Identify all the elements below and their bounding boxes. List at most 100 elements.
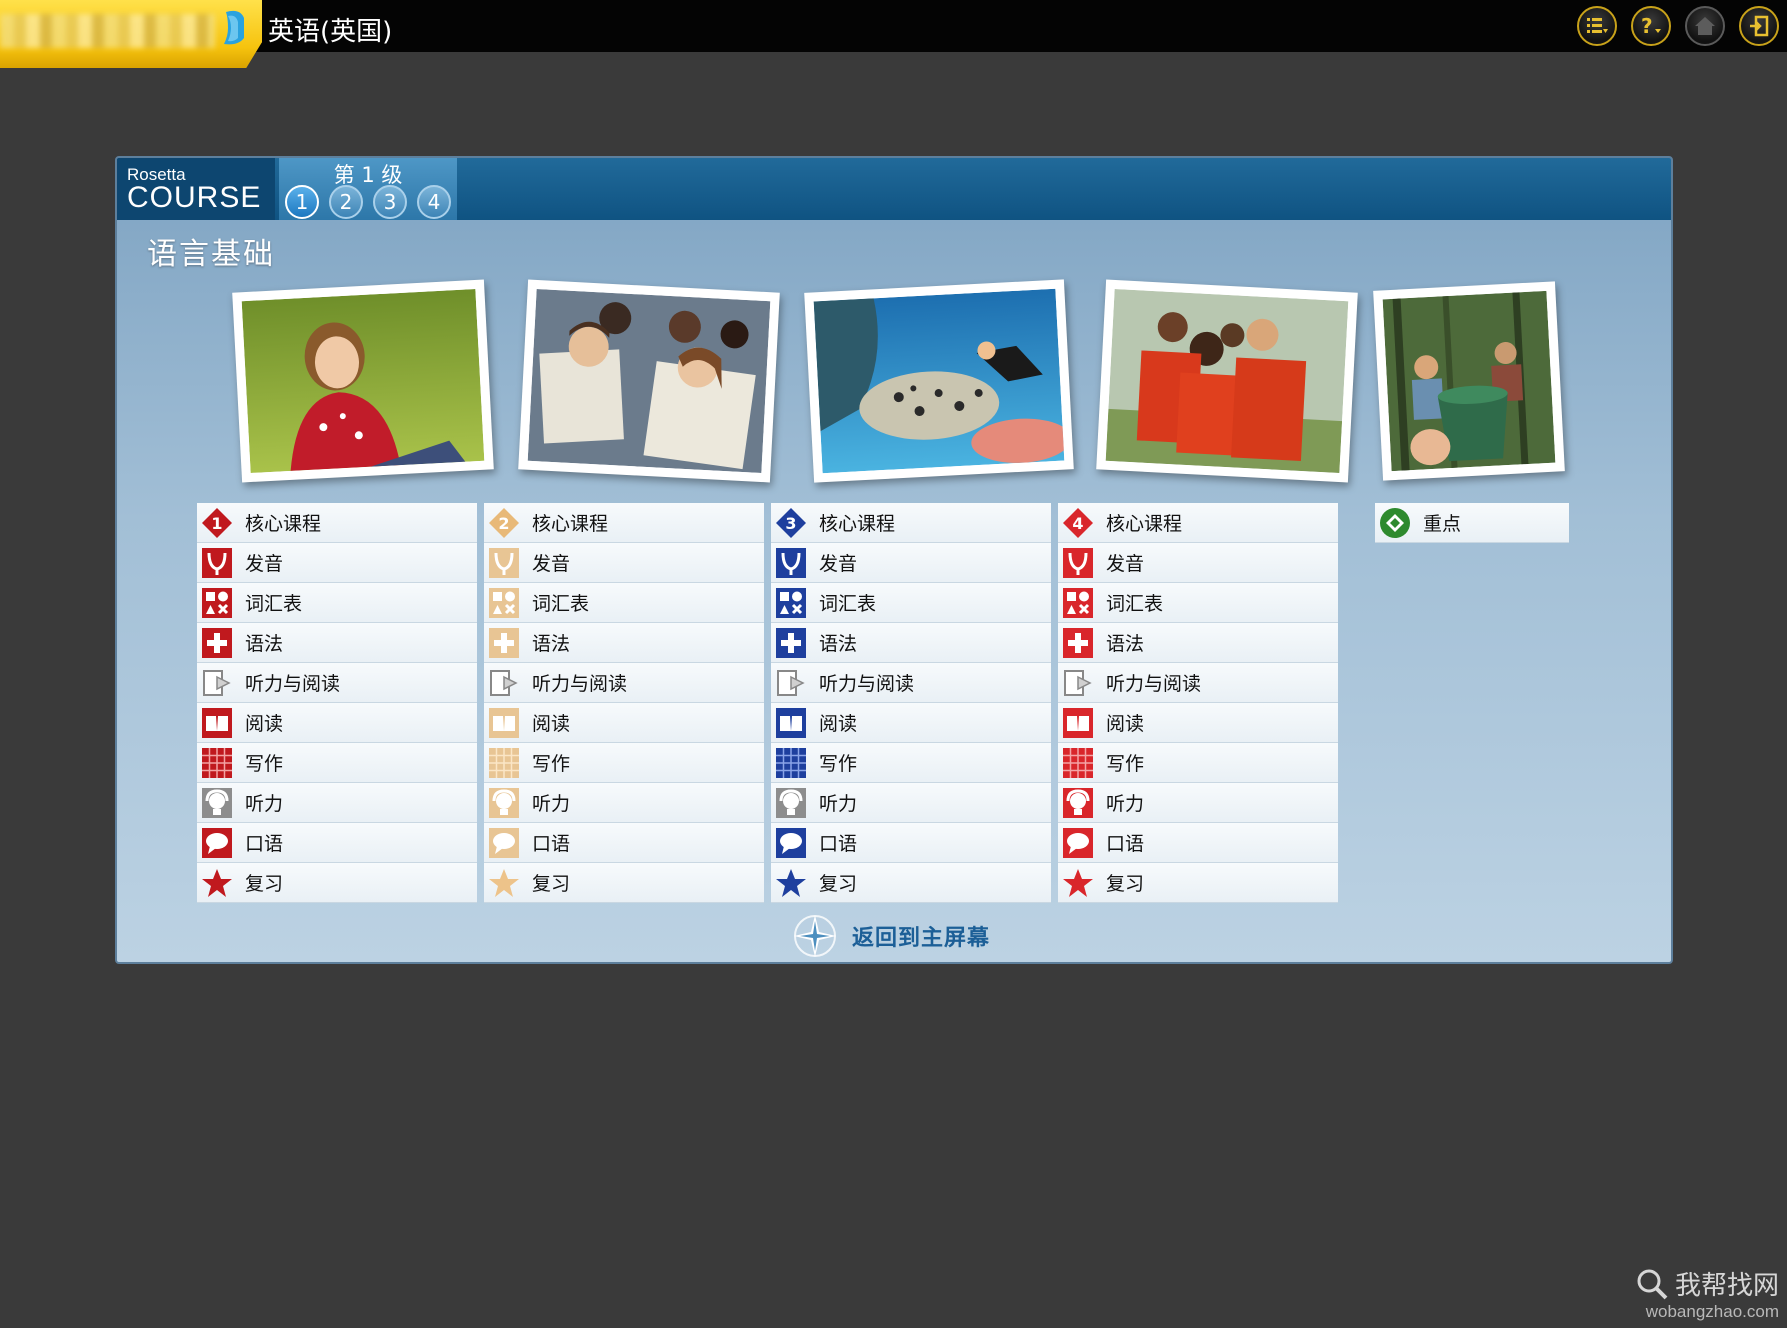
unit-2-listening-reading[interactable]: 听力与阅读 — [484, 663, 764, 703]
writing-grid-icon — [773, 745, 809, 781]
unit-4-writing[interactable]: 写作 — [1058, 743, 1338, 783]
unit-1-listening[interactable]: 听力 — [197, 783, 477, 823]
unit-1-list: 1 核心课程 发音 词汇表 语法 听力与阅读 阅读 写作 听力 口语 复习 — [197, 503, 477, 903]
reading-book-icon — [486, 705, 522, 741]
unit-3-core-lesson[interactable]: 3 核心课程 — [771, 503, 1051, 543]
unit-2-pronunciation[interactable]: 发音 — [484, 543, 764, 583]
item-label: 词汇表 — [532, 593, 590, 615]
listening-reading-icon — [1060, 665, 1096, 701]
unit-4-speaking[interactable]: 口语 — [1058, 823, 1338, 863]
item-label: 听力与阅读 — [245, 673, 341, 695]
vocabulary-icon — [486, 585, 522, 621]
item-label: 听力与阅读 — [1106, 673, 1202, 695]
unit-4-pronunciation[interactable]: 发音 — [1058, 543, 1338, 583]
focus-item[interactable]: 重点 — [1375, 503, 1569, 543]
unit-1-writing[interactable]: 写作 — [197, 743, 477, 783]
unit-1-grammar[interactable]: 语法 — [197, 623, 477, 663]
list-menu-icon[interactable] — [1577, 6, 1617, 46]
item-label: 听力 — [1106, 793, 1145, 815]
unit-3-pronunciation[interactable]: 发音 — [771, 543, 1051, 583]
focus-photo[interactable] — [1373, 281, 1565, 481]
unit-4-listening[interactable]: 听力 — [1058, 783, 1338, 823]
pronunciation-icon — [199, 545, 235, 581]
item-label: 核心课程 — [245, 513, 322, 535]
unit-1-core-lesson[interactable]: 1 核心课程 — [197, 503, 477, 543]
home-icon[interactable] — [1685, 6, 1725, 46]
sports-team-image — [1105, 288, 1349, 474]
unit-3-review[interactable]: 复习 — [771, 863, 1051, 903]
focus-list: 重点 — [1375, 503, 1569, 543]
unit-3-grammar[interactable]: 语法 — [771, 623, 1051, 663]
unit-2-vocabulary[interactable]: 词汇表 — [484, 583, 764, 623]
level-button-3[interactable]: 3 — [373, 185, 407, 219]
unit-4-reading[interactable]: 阅读 — [1058, 703, 1338, 743]
exit-icon[interactable] — [1739, 6, 1779, 46]
unit-4-grammar[interactable]: 语法 — [1058, 623, 1338, 663]
pronunciation-icon — [773, 545, 809, 581]
writing-grid-icon — [486, 745, 522, 781]
unit-3-listening[interactable]: 听力 — [771, 783, 1051, 823]
unit-4-core-lesson[interactable]: 4 核心课程 — [1058, 503, 1338, 543]
item-label: 发音 — [245, 553, 284, 575]
listening-reading-icon — [773, 665, 809, 701]
writing-grid-icon — [1060, 745, 1096, 781]
item-label: 写作 — [532, 753, 571, 775]
unit-3-photo[interactable] — [804, 279, 1074, 483]
item-label: 复习 — [532, 873, 571, 895]
unit-2-speaking[interactable]: 口语 — [484, 823, 764, 863]
item-label: 复习 — [1106, 873, 1145, 895]
unit-1-vocabulary[interactable]: 词汇表 — [197, 583, 477, 623]
unit-2-grammar[interactable]: 语法 — [484, 623, 764, 663]
unit-2-photo[interactable] — [518, 279, 780, 483]
unit-1-review[interactable]: 复习 — [197, 863, 477, 903]
item-label: 口语 — [245, 833, 284, 855]
unit-2-reading[interactable]: 阅读 — [484, 703, 764, 743]
unit-badge-number: 3 — [785, 514, 796, 533]
unit-4-listening-reading[interactable]: 听力与阅读 — [1058, 663, 1338, 703]
app-title: 英语(英国) — [268, 17, 393, 47]
level-button-1[interactable]: 1 — [285, 185, 319, 219]
unit-4-vocabulary[interactable]: 词汇表 — [1058, 583, 1338, 623]
title-bar: 英语(英国) ? — [0, 0, 1787, 68]
unit-1-reading[interactable]: 阅读 — [197, 703, 477, 743]
star-icon — [1060, 865, 1096, 901]
unit-1-photo[interactable] — [232, 279, 494, 483]
unit-3-writing[interactable]: 写作 — [771, 743, 1051, 783]
reading-book-icon — [1060, 705, 1096, 741]
level-button-4[interactable]: 4 — [417, 185, 451, 219]
unit-2-writing[interactable]: 写作 — [484, 743, 764, 783]
logo-big-text: COURSE — [127, 181, 262, 214]
unit-3-vocabulary[interactable]: 词汇表 — [771, 583, 1051, 623]
unit-4-list: 4 核心课程 发音 词汇表 语法 听力与阅读 阅读 写作 听力 口语 复习 — [1058, 503, 1338, 903]
unit-3-listening-reading[interactable]: 听力与阅读 — [771, 663, 1051, 703]
level-button-2[interactable]: 2 — [329, 185, 363, 219]
item-label: 词汇表 — [245, 593, 303, 615]
grammar-plus-icon — [773, 625, 809, 661]
unit-2-listening[interactable]: 听力 — [484, 783, 764, 823]
unit-1-pronunciation[interactable]: 发音 — [197, 543, 477, 583]
unit-badge-icon: 3 — [773, 505, 809, 541]
item-label: 复习 — [245, 873, 284, 895]
watermark: 我帮找网 wobangzhao.com — [1635, 1265, 1779, 1322]
help-icon[interactable]: ? — [1631, 6, 1671, 46]
unit-3-speaking[interactable]: 口语 — [771, 823, 1051, 863]
unit-2-core-lesson[interactable]: 2 核心课程 — [484, 503, 764, 543]
item-label: 口语 — [532, 833, 571, 855]
blurred-brand-text — [0, 14, 215, 48]
unit-1-speaking[interactable]: 口语 — [197, 823, 477, 863]
brand-logo-icon — [224, 10, 244, 45]
unit-2-review[interactable]: 复习 — [484, 863, 764, 903]
back-to-home-link[interactable]: 返回到主屏幕 — [792, 913, 990, 959]
star-icon — [773, 865, 809, 901]
unit-4-photo[interactable] — [1096, 279, 1358, 483]
unit-badge-number: 1 — [211, 514, 222, 533]
focus-label: 重点 — [1423, 513, 1462, 535]
level-selector: 第 1 级 1 2 3 4 — [279, 158, 457, 220]
item-label: 核心课程 — [1106, 513, 1183, 535]
unit-3-reading[interactable]: 阅读 — [771, 703, 1051, 743]
item-label: 核心课程 — [819, 513, 896, 535]
item-label: 阅读 — [819, 713, 858, 735]
unit-1-listening-reading[interactable]: 听力与阅读 — [197, 663, 477, 703]
item-label: 阅读 — [245, 713, 284, 735]
unit-4-review[interactable]: 复习 — [1058, 863, 1338, 903]
